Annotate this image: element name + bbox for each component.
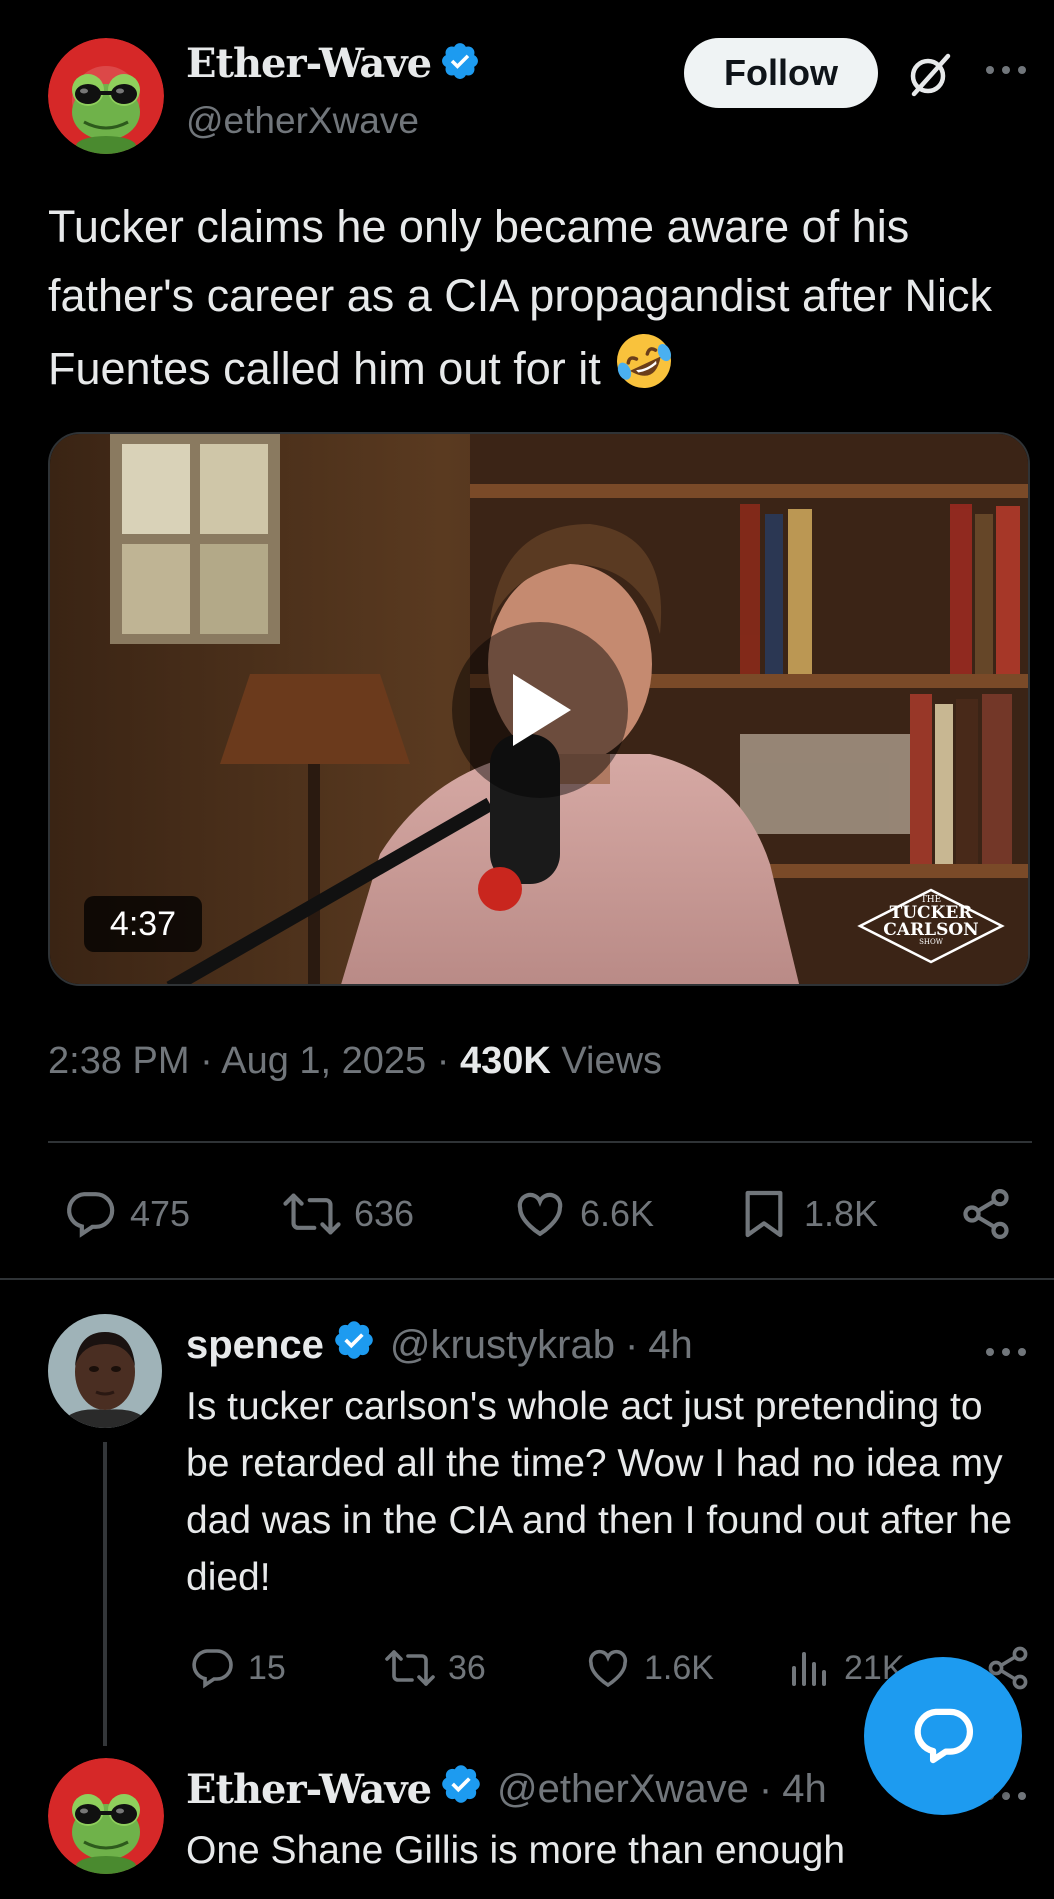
rolling-on-floor-laughing-emoji-icon bbox=[613, 330, 675, 411]
divider bbox=[48, 1141, 1032, 1143]
divider bbox=[0, 1278, 1054, 1280]
reply2-author-handle[interactable]: @etherXwave bbox=[497, 1767, 749, 1812]
watermark-line4: SHOW bbox=[919, 938, 943, 946]
grok-icon[interactable] bbox=[904, 50, 954, 100]
reply2-header: Ether-Wave @etherXwave · 4h bbox=[186, 1762, 827, 1816]
views-label: Views bbox=[561, 1040, 663, 1082]
reply-like-button[interactable]: 1.6K bbox=[584, 1644, 714, 1692]
reply-avatar[interactable] bbox=[48, 1314, 162, 1428]
reply-icon bbox=[192, 1649, 233, 1689]
reply-icon bbox=[67, 1192, 115, 1238]
tweet-body: Tucker claims he only became aware of hi… bbox=[48, 201, 993, 394]
repost-icon bbox=[385, 1650, 435, 1686]
tweet-text: Tucker claims he only became aware of hi… bbox=[48, 192, 1008, 411]
reply-time[interactable]: 4h bbox=[648, 1323, 693, 1368]
reply-repost-count: 36 bbox=[448, 1648, 486, 1687]
thread-line bbox=[103, 1442, 107, 1746]
reply2-avatar[interactable] bbox=[48, 1758, 164, 1874]
analytics-icon bbox=[792, 1652, 826, 1686]
video-duration: 4:37 bbox=[84, 896, 202, 952]
tweet-meta: 2:38 PM · Aug 1, 2025 · 430K Views bbox=[48, 1040, 662, 1083]
repost-count: 636 bbox=[354, 1193, 415, 1234]
bookmark-count: 1.8K bbox=[804, 1193, 879, 1234]
separator: · bbox=[758, 1766, 773, 1811]
tweet-date[interactable]: Aug 1, 2025 bbox=[221, 1040, 426, 1082]
reply2-author-name[interactable]: Ether-Wave bbox=[186, 1766, 432, 1813]
tweet-time[interactable]: 2:38 PM bbox=[48, 1040, 190, 1082]
like-count: 6.6K bbox=[580, 1193, 655, 1234]
separator: · bbox=[624, 1322, 639, 1367]
share-button[interactable] bbox=[958, 1186, 1014, 1242]
heart-icon bbox=[517, 1192, 563, 1237]
reply-count: 475 bbox=[130, 1193, 191, 1234]
bookmark-button[interactable]: 1.8K bbox=[736, 1186, 878, 1242]
separator: · bbox=[200, 1040, 213, 1082]
reply-repost-button[interactable]: 36 bbox=[384, 1644, 486, 1692]
follow-button[interactable]: Follow bbox=[684, 38, 878, 108]
reply-author-handle[interactable]: @krustykrab bbox=[390, 1323, 615, 1368]
play-button[interactable] bbox=[452, 622, 628, 798]
reply-reply-count: 15 bbox=[248, 1648, 286, 1687]
verified-badge-icon bbox=[439, 40, 481, 87]
reply-reply-button[interactable]: 15 bbox=[188, 1644, 286, 1692]
author-handle[interactable]: @etherXwave bbox=[186, 100, 419, 142]
like-button[interactable]: 6.6K bbox=[512, 1186, 654, 1242]
reply-header: spence @krustykrab · 4h bbox=[186, 1318, 693, 1372]
author-name[interactable]: Ether-Wave bbox=[186, 40, 432, 87]
reply2-time[interactable]: 4h bbox=[782, 1767, 827, 1812]
watermark: THE TUCKER CARLSON SHOW bbox=[856, 886, 1006, 966]
views-count: 430K bbox=[459, 1040, 551, 1082]
reply2-text: One Shane Gillis is more than enough bbox=[186, 1829, 846, 1872]
reply-button[interactable]: 475 bbox=[62, 1186, 190, 1242]
play-icon bbox=[513, 674, 571, 746]
verified-badge-icon bbox=[332, 1318, 376, 1372]
repost-icon bbox=[283, 1193, 341, 1235]
repost-button[interactable]: 636 bbox=[282, 1186, 414, 1242]
verified-badge-icon bbox=[439, 1762, 483, 1816]
more-options-icon[interactable] bbox=[984, 50, 1028, 89]
reply-bubble-icon bbox=[914, 1708, 973, 1764]
watermark-line3: CARLSON bbox=[883, 920, 979, 940]
author-avatar[interactable] bbox=[48, 38, 164, 154]
reply-like-count: 1.6K bbox=[644, 1648, 714, 1687]
separator: · bbox=[436, 1040, 450, 1082]
tweet-page: Ether-Wave @etherXwave Follow Tucker cla… bbox=[0, 0, 1054, 1899]
share-icon bbox=[963, 1189, 1009, 1239]
compose-reply-button[interactable] bbox=[864, 1657, 1022, 1815]
reply-author-name[interactable]: spence bbox=[186, 1323, 324, 1368]
reply-text: Is tucker carlson's whole act just prete… bbox=[186, 1385, 1013, 1599]
heart-icon bbox=[588, 1649, 628, 1688]
reply-more-options-icon[interactable] bbox=[984, 1332, 1028, 1371]
bookmark-icon bbox=[745, 1190, 783, 1238]
